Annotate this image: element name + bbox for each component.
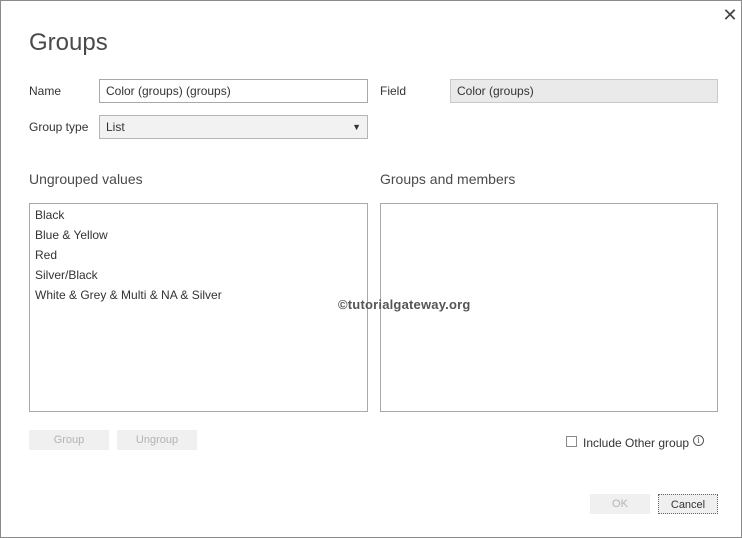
info-icon[interactable]: i [693,435,704,446]
include-other-group-checkbox[interactable] [566,436,577,447]
list-item[interactable]: Black [30,205,367,225]
chevron-down-icon: ▼ [352,122,361,132]
list-item[interactable]: Silver/Black [30,265,367,285]
group-type-label: Group type [29,120,89,134]
list-item[interactable]: Red [30,245,367,265]
name-input[interactable]: Color (groups) (groups) [99,79,368,103]
list-item[interactable]: White & Grey & Multi & NA & Silver [30,285,367,305]
name-label: Name [29,84,62,98]
groups-and-members-label: Groups and members [380,171,516,187]
watermark: ©tutorialgateway.org [338,297,471,312]
list-item[interactable]: Blue & Yellow [30,225,367,245]
group-type-value: List [106,120,125,134]
ungrouped-values-list[interactable]: Black Blue & Yellow Red Silver/Black Whi… [29,203,368,412]
ungroup-button[interactable]: Ungroup [117,430,197,450]
include-other-group-label[interactable]: Include Other group [583,436,689,450]
group-type-select[interactable]: List ▼ [99,115,368,139]
cancel-button[interactable]: Cancel [658,494,718,514]
field-input: Color (groups) [450,79,718,103]
dialog-title: Groups [29,29,108,56]
groups-dialog: ✕ Groups Name Color (groups) (groups) Fi… [0,0,742,538]
close-icon[interactable]: ✕ [721,6,739,24]
group-button[interactable]: Group [29,430,109,450]
ungrouped-values-label: Ungrouped values [29,171,143,187]
field-label: Field [380,84,407,98]
ok-button[interactable]: OK [590,494,650,514]
